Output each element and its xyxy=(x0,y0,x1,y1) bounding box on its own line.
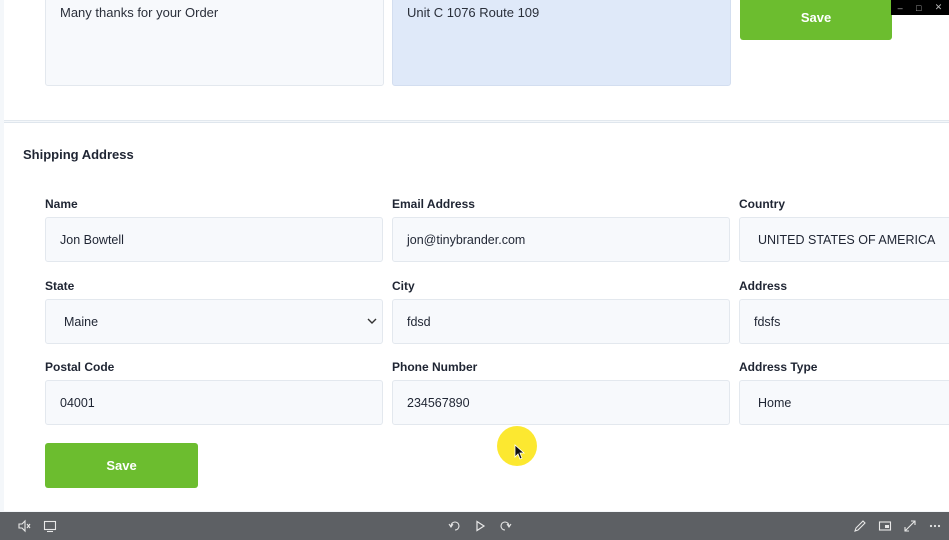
shipping-address-title: Shipping Address xyxy=(23,147,134,162)
fullscreen-icon[interactable] xyxy=(903,519,917,533)
phone-label: Phone Number xyxy=(392,360,478,374)
country-value: UNITED STATES OF AMERICA xyxy=(758,232,936,247)
city-label: City xyxy=(392,279,415,293)
mouse-pointer-icon xyxy=(514,444,526,460)
postal-code-label: Postal Code xyxy=(45,360,115,374)
mute-icon[interactable] xyxy=(17,519,31,533)
address-input[interactable]: fdsfs xyxy=(739,299,949,344)
player-toolbar xyxy=(0,512,949,540)
phone-input[interactable]: 234567890 xyxy=(392,380,730,425)
chevron-down-icon xyxy=(366,315,378,327)
shipping-save-button[interactable]: Save xyxy=(45,443,198,488)
state-select[interactable]: Maine xyxy=(45,299,383,344)
window-controls: – □ ✕ xyxy=(891,0,949,15)
restore-icon[interactable]: □ xyxy=(916,3,921,13)
name-label: Name xyxy=(45,197,78,211)
city-value: fdsd xyxy=(407,314,431,329)
address-value: fdsfs xyxy=(754,314,781,329)
phone-value: 234567890 xyxy=(407,395,470,410)
country-label: Country xyxy=(739,197,785,211)
subtitles-icon[interactable] xyxy=(43,519,57,533)
city-input[interactable]: fdsd xyxy=(392,299,730,344)
rewind-icon[interactable] xyxy=(448,519,462,533)
play-icon[interactable] xyxy=(473,519,487,533)
order-message-card: Many thanks for your Order Unit C 1076 R… xyxy=(4,0,949,121)
country-select[interactable]: UNITED STATES OF AMERICA xyxy=(739,217,949,262)
email-label: Email Address xyxy=(392,197,475,211)
email-value: jon@tinybrander.com xyxy=(407,232,526,247)
close-icon[interactable]: ✕ xyxy=(935,2,943,13)
pen-icon[interactable] xyxy=(853,519,867,533)
postal-code-input[interactable]: 04001 xyxy=(45,380,383,425)
minimize-icon[interactable]: – xyxy=(898,3,903,13)
top-save-button[interactable]: Save xyxy=(740,0,892,40)
address-type-select[interactable]: Home xyxy=(739,380,949,425)
forward-icon[interactable] xyxy=(498,519,512,533)
page-background: Many thanks for your Order Unit C 1076 R… xyxy=(0,0,949,512)
name-value: Jon Bowtell xyxy=(60,232,124,247)
more-icon[interactable] xyxy=(928,519,942,533)
state-value: Maine xyxy=(64,314,99,329)
address-type-value: Home xyxy=(758,395,792,410)
order-address-textarea[interactable]: Unit C 1076 Route 109 xyxy=(392,0,731,86)
email-input[interactable]: jon@tinybrander.com xyxy=(392,217,730,262)
address-label: Address xyxy=(739,279,788,293)
postal-code-value: 04001 xyxy=(60,395,95,410)
address-type-label: Address Type xyxy=(739,360,818,374)
state-label: State xyxy=(45,279,75,293)
name-input[interactable]: Jon Bowtell xyxy=(45,217,383,262)
screen-icon[interactable] xyxy=(878,519,892,533)
order-message-textarea[interactable]: Many thanks for your Order xyxy=(45,0,384,86)
